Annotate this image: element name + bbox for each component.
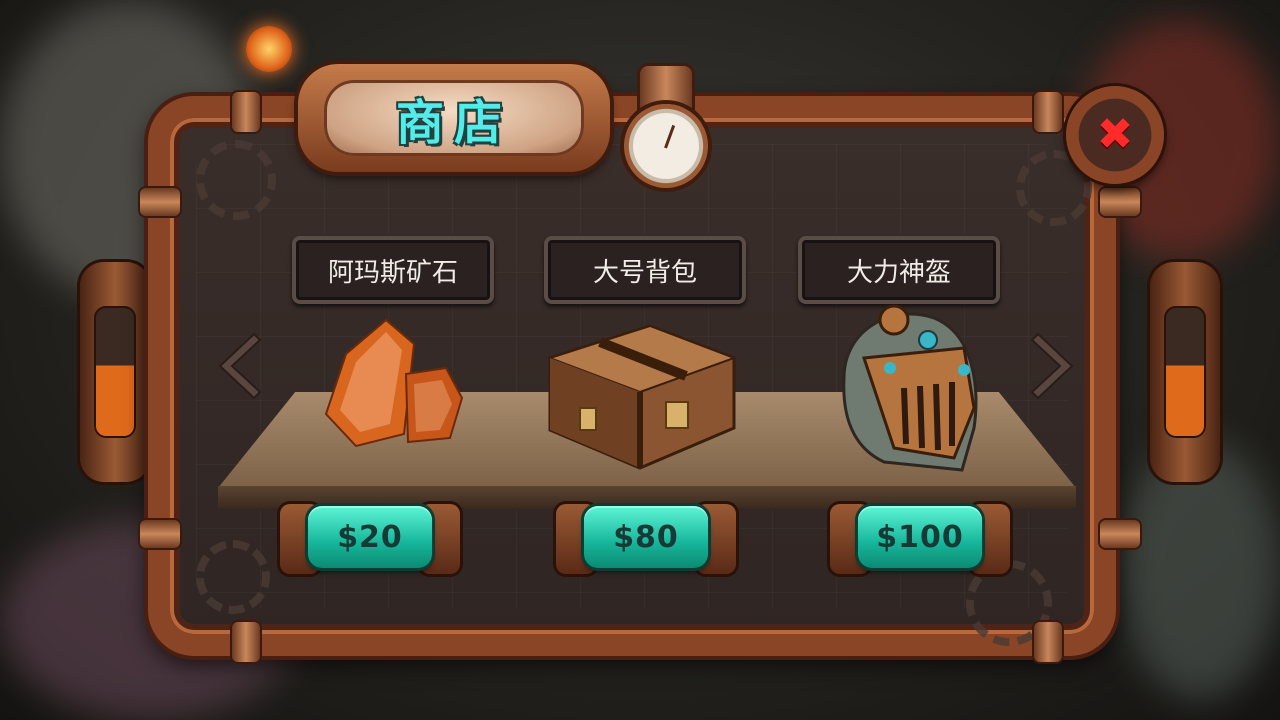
close-button[interactable]: ✖ bbox=[1066, 86, 1164, 184]
item-name-label: 大号背包 bbox=[544, 236, 746, 304]
shop-title-plate: 商店 bbox=[298, 64, 610, 172]
left-fuel-tank bbox=[80, 262, 150, 482]
price-holder: $20 bbox=[280, 500, 460, 578]
item-name-label: 大力神盔 bbox=[798, 236, 1000, 304]
next-page-button[interactable] bbox=[1030, 330, 1078, 402]
close-icon: ✖ bbox=[1096, 109, 1134, 160]
price-holder: $100 bbox=[830, 500, 1010, 578]
torch-lamp-icon bbox=[246, 26, 292, 72]
right-fuel-tank bbox=[1150, 262, 1220, 482]
orange-crystal-ore-icon[interactable] bbox=[316, 314, 466, 454]
pipe-joint bbox=[1034, 92, 1062, 132]
buy-price-button[interactable]: $80 bbox=[584, 506, 708, 568]
pressure-gauge-icon bbox=[624, 104, 708, 188]
pipe-joint bbox=[1034, 622, 1062, 662]
previous-page-button[interactable] bbox=[214, 330, 262, 402]
gear-icon bbox=[196, 540, 270, 614]
buy-price-button[interactable]: $20 bbox=[308, 506, 432, 568]
gear-icon bbox=[196, 140, 276, 220]
page-title: 商店 bbox=[395, 95, 512, 151]
pipe-joint bbox=[1100, 520, 1140, 548]
pipe-joint bbox=[140, 520, 180, 548]
price-holder: $80 bbox=[556, 500, 736, 578]
chevron-left-icon bbox=[218, 332, 262, 400]
chevron-right-icon bbox=[1030, 332, 1074, 400]
gauge-cap bbox=[640, 66, 692, 108]
steampunk-helmet-icon[interactable] bbox=[824, 298, 988, 474]
leather-chest-backpack-icon[interactable] bbox=[540, 318, 740, 474]
pipe-joint bbox=[232, 622, 260, 662]
buy-price-button[interactable]: $100 bbox=[858, 506, 982, 568]
pipe-joint bbox=[140, 188, 180, 216]
pipe-joint bbox=[232, 92, 260, 132]
pipe-joint bbox=[1100, 188, 1140, 216]
item-name-label: 阿玛斯矿石 bbox=[292, 236, 494, 304]
